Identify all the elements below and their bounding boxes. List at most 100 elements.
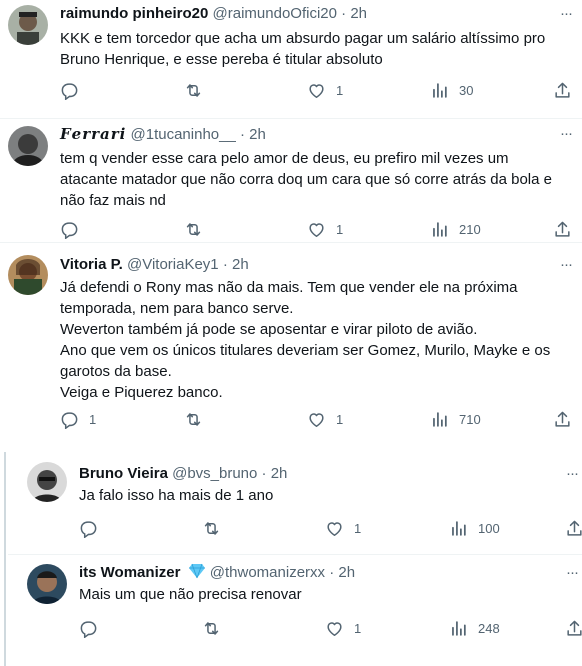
display-name[interactable]: raimundo pinheiro20	[60, 5, 208, 22]
share-button[interactable]	[553, 218, 572, 240]
more-options-icon[interactable]: ···	[562, 464, 582, 484]
retweet-icon	[186, 83, 201, 97]
views-icon	[452, 620, 466, 636]
views-icon	[452, 520, 466, 536]
retweet-button[interactable]	[202, 617, 231, 639]
views-button[interactable]: 30	[430, 79, 473, 101]
tweet-header: Vitoria P. @VitoriaKey1 · 2h	[60, 255, 249, 275]
separator-dot: ·	[329, 564, 335, 581]
separator-dot: ·	[222, 256, 228, 273]
views-icon	[433, 411, 447, 427]
tweet-text: Ja falo isso ha mais de 1 ano	[79, 487, 274, 504]
user-handle[interactable]: @VitoriaKey1	[127, 256, 219, 273]
timestamp[interactable]: 2h	[249, 126, 266, 143]
avatar[interactable]	[27, 462, 67, 502]
tweet[interactable]: Bruno Vieira @bvs_bruno · 2h ··· Ja falo…	[0, 452, 582, 554]
share-icon	[567, 620, 582, 636]
more-options-icon[interactable]: ···	[556, 4, 576, 24]
tweet-header: its Womanizer @thwomanizerxx · 2h	[79, 563, 355, 583]
like-button[interactable]: 1	[325, 517, 361, 539]
like-button[interactable]: 1	[307, 218, 343, 240]
tweet[interactable]: 𝑭𝒆𝒓𝒓𝒂𝒓𝒊 @1tucaninho__ · 2h ··· tem q ven…	[0, 119, 582, 242]
display-name[interactable]: Bruno Vieira	[79, 465, 168, 482]
share-icon	[555, 221, 570, 237]
views-button[interactable]: 210	[430, 218, 481, 240]
user-handle[interactable]: @1tucaninho__	[131, 126, 236, 143]
separator-dot: ·	[341, 5, 347, 22]
like-button[interactable]: 1	[307, 408, 343, 430]
retweet-icon	[204, 521, 219, 535]
avatar[interactable]	[27, 564, 67, 604]
views-button[interactable]: 248	[449, 617, 500, 639]
more-options-icon[interactable]: ···	[556, 124, 576, 144]
avatar[interactable]	[8, 255, 48, 295]
share-icon	[555, 82, 570, 98]
tweet-header: Bruno Vieira @bvs_bruno · 2h	[79, 464, 287, 484]
more-options-icon[interactable]: ···	[562, 563, 582, 583]
like-count: 1	[354, 520, 362, 536]
reply-button[interactable]	[79, 617, 108, 639]
tweet-text: Já defendi o Rony mas não da mais. Tem q…	[60, 279, 551, 401]
user-handle[interactable]: @thwomanizerxx	[210, 564, 325, 581]
share-button[interactable]	[553, 79, 572, 101]
share-icon	[555, 411, 570, 427]
views-button[interactable]: 100	[449, 517, 500, 539]
views-count: 30	[459, 82, 474, 98]
views-icon	[433, 221, 447, 237]
more-options-icon[interactable]: ···	[556, 255, 576, 275]
tweet-header: 𝑭𝒆𝒓𝒓𝒂𝒓𝒊 @1tucaninho__ · 2h	[60, 124, 266, 144]
share-button[interactable]	[565, 517, 582, 539]
separator-dot: ·	[239, 126, 245, 143]
views-count: 100	[478, 520, 500, 536]
reply-icon	[80, 620, 97, 638]
display-name[interactable]: 𝑭𝒆𝒓𝒓𝒂𝒓𝒊	[60, 125, 126, 143]
heart-icon	[327, 521, 342, 536]
share-icon	[567, 520, 582, 536]
avatar[interactable]	[8, 5, 48, 45]
share-button[interactable]	[565, 617, 582, 639]
timestamp[interactable]: 2h	[350, 5, 367, 22]
like-count: 1	[336, 82, 344, 98]
display-name[interactable]: its Womanizer	[79, 564, 180, 581]
reply-button[interactable]	[79, 517, 108, 539]
reply-icon	[61, 221, 78, 239]
tweet-text: KKK e tem torcedor que acha um absurdo p…	[60, 30, 546, 68]
views-count: 210	[459, 221, 481, 237]
avatar[interactable]	[8, 126, 48, 166]
reply-button[interactable]	[60, 79, 89, 101]
retweet-button[interactable]	[184, 218, 213, 240]
share-button[interactable]	[553, 408, 572, 430]
views-button[interactable]: 710	[430, 408, 481, 430]
tweet-text: tem q vender esse cara pelo amor de deus…	[60, 150, 552, 209]
tweet-header: raimundo pinheiro20 @raimundoOfici20 · 2…	[60, 4, 367, 24]
heart-icon	[309, 83, 324, 98]
views-icon	[433, 82, 447, 98]
tweet[interactable]: its Womanizer @thwomanizerxx · 2h ··· Ma…	[0, 555, 582, 666]
retweet-button[interactable]	[202, 517, 231, 539]
reply-icon	[61, 82, 78, 100]
reply-icon	[80, 520, 97, 538]
retweet-icon	[204, 621, 219, 635]
like-count: 1	[336, 221, 344, 237]
like-count: 1	[354, 620, 362, 636]
timestamp[interactable]: 2h	[338, 564, 355, 581]
retweet-icon	[186, 412, 201, 426]
retweet-button[interactable]	[184, 79, 213, 101]
tweet[interactable]: raimundo pinheiro20 @raimundoOfici20 · 2…	[0, 0, 582, 118]
tweet[interactable]: Vitoria P. @VitoriaKey1 · 2h ··· Já defe…	[0, 243, 582, 442]
blue-diamond-icon	[188, 563, 206, 585]
reply-icon	[61, 411, 78, 429]
user-handle[interactable]: @bvs_bruno	[172, 465, 257, 482]
like-button[interactable]: 1	[307, 79, 343, 101]
user-handle[interactable]: @raimundoOfici20	[213, 5, 337, 22]
timestamp[interactable]: 2h	[232, 256, 249, 273]
views-count: 248	[478, 620, 500, 636]
retweet-button[interactable]	[184, 408, 213, 430]
reply-button[interactable]: 1	[60, 408, 96, 430]
like-button[interactable]: 1	[325, 617, 361, 639]
reply-button[interactable]	[60, 218, 89, 240]
heart-icon	[327, 621, 342, 636]
heart-icon	[309, 412, 324, 427]
timestamp[interactable]: 2h	[271, 465, 288, 482]
display-name[interactable]: Vitoria P.	[60, 256, 123, 273]
